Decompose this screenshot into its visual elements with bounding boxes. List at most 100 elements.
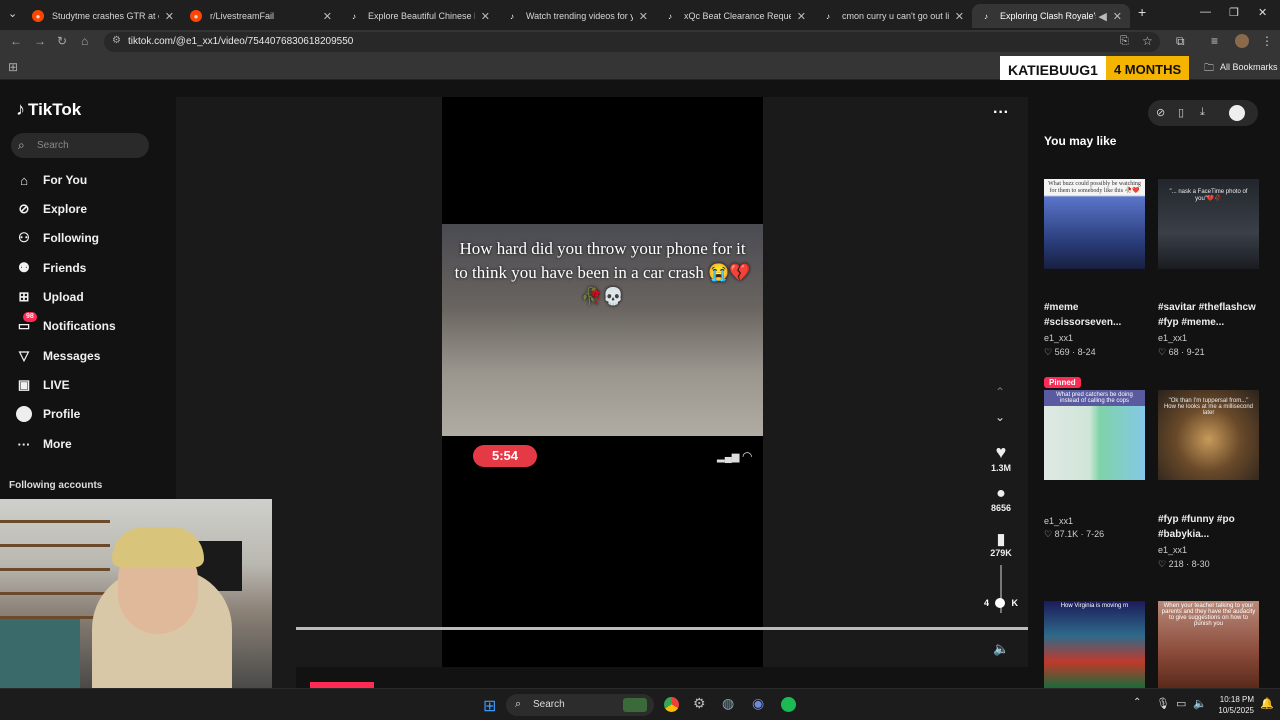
bookmark-star-icon[interactable]: ☆ (1142, 34, 1153, 48)
nav-following[interactable]: ⚇ Following (16, 230, 99, 246)
close-window-button[interactable]: ✕ (1258, 6, 1267, 19)
recommended-author[interactable]: e1_xx1 (1044, 516, 1073, 526)
like-button[interactable]: ♥ 1.3M (984, 442, 1018, 473)
browser-tab[interactable]: ♪ xQc Beat Clearance Request | T ✕ (656, 4, 814, 28)
audio-icon[interactable]: ◀︎ (1098, 10, 1106, 23)
share-area[interactable]: 4 K (984, 598, 1018, 608)
nav-explore[interactable]: ⊘ Explore (16, 201, 87, 217)
more-options-icon[interactable]: ··· (993, 104, 1009, 122)
home-browser-icon[interactable]: ⌂ (81, 34, 88, 48)
nav-more[interactable]: ··· More (16, 436, 72, 452)
reload-icon[interactable]: ↻ (57, 34, 67, 48)
nav-messages[interactable]: ▽ Messages (16, 348, 100, 364)
taskbar-clock[interactable]: 10:18 PM 10/5/2025 (1212, 694, 1254, 716)
speaker-icon[interactable]: 🔈 (1193, 697, 1207, 710)
tray-chevron-icon[interactable]: ⌃ (1133, 697, 1141, 708)
chrome-icon[interactable] (664, 697, 679, 712)
recommended-author[interactable]: e1_xx1 (1158, 333, 1187, 343)
install-icon[interactable]: ⎘ (1120, 35, 1129, 48)
chevron-up-icon[interactable]: ⌃ (995, 385, 1005, 399)
video-caption: How hard did you throw your phone for it… (454, 239, 751, 306)
back-icon[interactable]: ← (10, 34, 22, 48)
apps-grid-icon[interactable]: ⊞ (8, 60, 18, 74)
mic-icon[interactable]: 🎙 (1156, 697, 1170, 710)
compass-icon: ⊘ (18, 201, 30, 216)
close-icon[interactable]: ✕ (1113, 10, 1122, 23)
close-icon[interactable]: ✕ (165, 10, 174, 23)
new-tab-button[interactable]: + (1138, 4, 1146, 20)
steam-icon[interactable]: ◍ (722, 695, 734, 712)
network-icon[interactable]: ▭ (1176, 697, 1186, 710)
reading-list-icon[interactable]: ≡ (1211, 34, 1218, 48)
nav-notifications[interactable]: ▭ 98 Notifications (16, 312, 116, 334)
taskbar-search[interactable]: ⌕ Search (506, 694, 654, 716)
clock-date: 10/5/2025 (1218, 706, 1254, 715)
recommended-video-thumb[interactable]: What buzz could possibly be watching for… (1044, 179, 1145, 269)
browser-tab[interactable]: ♪ Explore Beautiful Chinese Hairs ✕ (340, 4, 498, 28)
recommended-title[interactable]: #fyp #funny #po #babykia... (1158, 512, 1262, 542)
tab-title: cmon curry u can't go out like (842, 11, 949, 21)
user-avatar[interactable] (1229, 105, 1245, 121)
windows-start-icon[interactable]: ⊞ (483, 696, 496, 716)
video-frame[interactable]: How hard did you throw your phone for it… (442, 97, 763, 667)
post-date: 8-24 (1077, 347, 1096, 357)
maximize-button[interactable]: ❐ (1229, 6, 1239, 19)
browser-tab[interactable]: ● Studytme crashes GTR at car m ✕ (24, 4, 182, 28)
spotify-icon[interactable] (781, 697, 796, 712)
nav-live[interactable]: ▣ LIVE (16, 377, 70, 393)
close-icon[interactable]: ✕ (323, 10, 332, 23)
save-button[interactable]: ▮ 279K (984, 530, 1018, 558)
close-icon[interactable]: ✕ (955, 10, 964, 23)
discord-icon[interactable]: ◉ (752, 695, 764, 712)
recommended-video-thumb[interactable]: "... nask a FaceTime photo of you"💔🥀 (1158, 179, 1259, 269)
recommended-title[interactable]: #meme #scissorseven... (1044, 300, 1148, 330)
browser-tab[interactable]: ♪ cmon curry u can't go out like ✕ (814, 4, 972, 28)
recommended-video-thumb[interactable]: How Virginia is moving rn (1044, 601, 1145, 688)
heart-icon: ♡ (1158, 559, 1169, 569)
browser-tab[interactable]: ● r/LivestreamFail ✕ (182, 4, 340, 28)
chair (0, 619, 80, 688)
profile-avatar[interactable] (1235, 34, 1249, 48)
nav-for-you[interactable]: ⌂ For You (16, 172, 87, 188)
close-icon[interactable]: ✕ (797, 10, 806, 23)
pinned-badge: Pinned (1044, 377, 1081, 388)
download-icon[interactable]: ⤓ (1200, 106, 1205, 119)
menu-icon[interactable]: ⋮ (1261, 34, 1273, 48)
search-input[interactable]: ⌕ Search (11, 133, 149, 158)
volume-icon[interactable]: 🔈 (993, 641, 1009, 657)
site-info-icon[interactable]: ⚙ (112, 35, 121, 46)
signal-icon: ▂▄▆ (717, 452, 740, 463)
comment-button[interactable]: ● 8656 (984, 485, 1018, 513)
browser-tab[interactable]: ♪ Watch trending videos for you ✕ (498, 4, 656, 28)
all-bookmarks[interactable]: All Bookmarks (1220, 62, 1278, 72)
address-bar[interactable]: ⚙ tiktok.com/@e1_xx1/video/7544076830618… (104, 32, 1160, 52)
recommended-author[interactable]: e1_xx1 (1044, 333, 1073, 343)
video-progress-bar[interactable] (296, 627, 1028, 630)
forward-icon[interactable]: → (34, 34, 46, 48)
settings-app-icon[interactable]: ⚙ (693, 695, 706, 712)
tab-search-icon[interactable]: ⌄ (8, 7, 17, 20)
minimize-button[interactable]: — (1200, 6, 1211, 18)
coin-icon[interactable]: ⊘ (1156, 106, 1165, 119)
recommended-video-thumb[interactable]: "Ok than I'm tuppersal from..." How he l… (1158, 390, 1259, 480)
nav-friends[interactable]: ⚉ Friends (16, 260, 86, 276)
streamer-hair (112, 527, 204, 567)
close-icon[interactable]: ✕ (481, 10, 490, 23)
nav-profile[interactable]: Profile (16, 406, 80, 422)
sub-alert-badge: KATIEBUUG1 4 MONTHS (1000, 56, 1190, 83)
tiktok-logo[interactable]: ♪ TikTok (16, 99, 81, 120)
close-icon[interactable]: ✕ (639, 10, 648, 23)
recommended-video-thumb[interactable]: When your teacher talking to your parent… (1158, 601, 1259, 688)
notification-bell-icon[interactable]: 🔔 (1260, 697, 1274, 710)
recommended-video-thumb[interactable]: What pred catchers be doing instead of c… (1044, 390, 1145, 480)
extensions-icon[interactable]: ⧉ (1176, 34, 1185, 49)
nav-label: Explore (43, 202, 88, 216)
device-icon[interactable]: ▯ (1178, 106, 1184, 119)
chevron-down-icon[interactable]: ⌄ (995, 410, 1005, 424)
nav-upload[interactable]: ⊞ Upload (16, 289, 84, 305)
post-date: 7-26 (1086, 529, 1105, 539)
recommended-author[interactable]: e1_xx1 (1158, 545, 1187, 555)
browser-tab-active[interactable]: ♪ Exploring Clash Royale's P ◀︎ ✕ (972, 4, 1130, 28)
recommended-title[interactable]: #savitar #theflashcw #fyp #meme... (1158, 300, 1262, 330)
volume-knob[interactable] (995, 598, 1006, 608)
